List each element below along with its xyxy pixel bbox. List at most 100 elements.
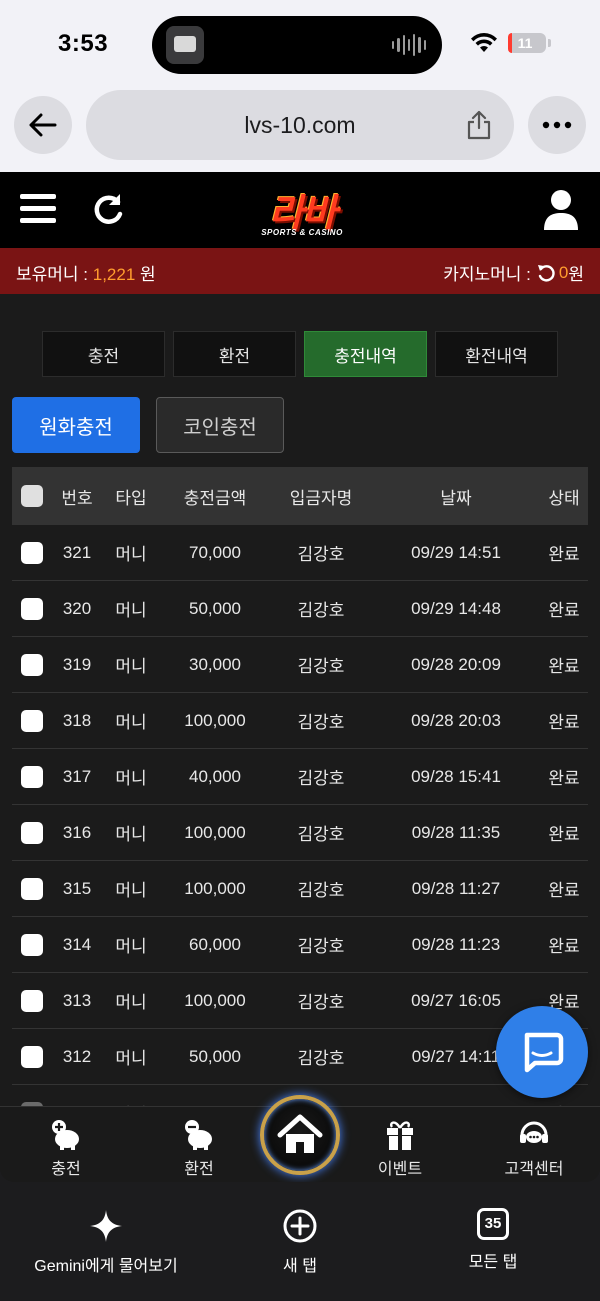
sparkle-icon xyxy=(90,1210,122,1242)
home-button[interactable] xyxy=(260,1095,340,1175)
row-checkbox[interactable] xyxy=(21,933,43,956)
cell-date: 09/28 11:27 xyxy=(411,878,501,898)
nav-events-label: 이벤트 xyxy=(377,1161,423,1178)
balance-value: 1,221 xyxy=(92,265,136,284)
row-select-cell xyxy=(12,597,52,620)
all-tabs-button[interactable]: 35 모든 탭 xyxy=(443,1208,543,1272)
table-row[interactable]: 317 머니 40,000 김강호 09/28 15:41 완료 xyxy=(12,749,588,805)
row-checkbox[interactable] xyxy=(21,653,43,676)
nav-withdraw-label: 환전 xyxy=(184,1161,214,1178)
url-field[interactable]: lvs-10.com xyxy=(86,90,514,160)
tab-deposit[interactable]: 충전 xyxy=(42,331,165,377)
dynamic-island[interactable] xyxy=(152,16,442,74)
casino-unit: 원 xyxy=(568,265,584,284)
row-select-cell xyxy=(12,1045,52,1068)
row-checkbox[interactable] xyxy=(21,709,43,732)
cell-amount: 30,000 xyxy=(189,654,241,674)
balance-label: 보유머니 : xyxy=(16,265,93,284)
cell-no: 312 xyxy=(62,1046,92,1066)
table-row[interactable]: 316 머니 100,000 김강호 09/28 11:35 완료 xyxy=(12,805,588,861)
tab-deposit-history[interactable]: 충전내역 xyxy=(304,331,427,377)
nav-events[interactable]: 이벤트 xyxy=(340,1117,460,1179)
logo-subtitle: SPORTS & CASINO xyxy=(261,228,343,237)
row-checkbox[interactable] xyxy=(21,821,43,844)
live-chat-button[interactable] xyxy=(496,1006,588,1098)
table-row[interactable]: 315 머니 100,000 김강호 09/28 11:27 완료 xyxy=(12,861,588,917)
refresh-icon[interactable] xyxy=(90,192,126,228)
battery-nub xyxy=(548,39,551,47)
header-amount: 충전금액 xyxy=(183,488,247,508)
table-row[interactable]: 319 머니 30,000 김강호 09/28 20:09 완료 xyxy=(12,637,588,693)
browser-address-bar: lvs-10.com xyxy=(0,88,600,172)
row-checkbox[interactable] xyxy=(21,765,43,788)
deposit-history-content: 충전 환전 충전내역 환전내역 원화충전 코인충전 번호 타입 충전금액 입금자… xyxy=(0,294,600,1106)
balance-unit: 원 xyxy=(135,265,156,284)
piggy-minus-icon xyxy=(185,1120,212,1150)
cell-status: 완료 xyxy=(548,825,580,844)
table-row[interactable]: 320 머니 50,000 김강호 09/29 14:48 완료 xyxy=(12,581,588,637)
status-bar: 3:53 11 xyxy=(0,0,600,88)
nav-withdraw[interactable]: 환전 xyxy=(139,1117,259,1179)
share-icon[interactable] xyxy=(466,110,492,140)
cell-status: 완료 xyxy=(548,601,580,620)
cell-status: 완료 xyxy=(548,769,580,788)
support-headset-icon xyxy=(520,1121,548,1143)
cell-date: 09/28 20:03 xyxy=(411,710,501,730)
battery-percent: 11 xyxy=(517,35,533,51)
cell-name: 김강호 xyxy=(297,993,345,1012)
krw-deposit-button[interactable]: 원화충전 xyxy=(12,397,140,453)
select-all-checkbox[interactable] xyxy=(21,485,43,507)
site-bottom-nav: 충전 환전 이벤트 고객센터 xyxy=(0,1095,600,1182)
cell-amount: 40,000 xyxy=(189,766,241,786)
cell-name: 김강호 xyxy=(297,601,345,620)
main-tabs: 충전 환전 충전내역 환전내역 xyxy=(42,331,558,377)
select-all-cell xyxy=(12,485,52,507)
cell-date: 09/27 16:05 xyxy=(411,990,501,1010)
cell-status: 완료 xyxy=(548,713,580,732)
row-checkbox[interactable] xyxy=(21,1045,43,1068)
row-select-cell xyxy=(12,765,52,788)
new-tab-button[interactable]: 새 탭 xyxy=(250,1208,350,1276)
cell-type: 머니 xyxy=(115,601,147,620)
site-logo[interactable]: 라바 SPORTS & CASINO xyxy=(246,184,358,242)
reload-casino-icon[interactable] xyxy=(537,264,555,282)
row-select-cell xyxy=(12,933,52,956)
row-checkbox[interactable] xyxy=(21,989,43,1012)
table-row[interactable]: 318 머니 100,000 김강호 09/28 20:03 완료 xyxy=(12,693,588,749)
back-button[interactable] xyxy=(14,96,72,154)
tab-withdraw[interactable]: 환전 xyxy=(173,331,296,377)
cell-name: 김강호 xyxy=(297,881,345,900)
nav-deposit[interactable]: 충전 xyxy=(6,1117,126,1179)
gemini-button[interactable]: Gemini에게 물어보기 xyxy=(26,1208,186,1276)
nav-support[interactable]: 고객센터 xyxy=(474,1117,594,1179)
tab-withdraw-history[interactable]: 환전내역 xyxy=(435,331,558,377)
sub-tabs: 원화충전 코인충전 xyxy=(12,397,284,453)
table-row[interactable]: 313 머니 100,000 김강호 09/27 16:05 완료 xyxy=(12,973,588,1029)
row-checkbox[interactable] xyxy=(21,597,43,620)
cell-name: 김강호 xyxy=(297,657,345,676)
cell-type: 머니 xyxy=(115,713,147,732)
header-no: 번호 xyxy=(61,488,93,508)
table-row[interactable]: 314 머니 60,000 김강호 09/28 11:23 완료 xyxy=(12,917,588,973)
header-status: 상태 xyxy=(548,488,580,508)
cell-name: 김강호 xyxy=(297,825,345,844)
user-icon[interactable] xyxy=(542,188,580,232)
row-checkbox[interactable] xyxy=(21,541,43,564)
new-tab-label: 새 탭 xyxy=(283,1258,317,1275)
table-row[interactable]: 321 머니 70,000 김강호 09/29 14:51 완료 xyxy=(12,525,588,581)
row-select-cell xyxy=(12,541,52,564)
cell-amount: 100,000 xyxy=(184,990,246,1010)
cell-date: 09/28 20:09 xyxy=(411,654,501,674)
cell-name: 김강호 xyxy=(297,769,345,788)
row-select-cell xyxy=(12,709,52,732)
cell-amount: 100,000 xyxy=(184,710,246,730)
balance-bar: 보유머니 : 1,221 원 카지노머니 : 0 원 xyxy=(0,248,600,294)
more-options-button[interactable] xyxy=(528,96,586,154)
cell-status: 완료 xyxy=(548,881,580,900)
row-checkbox[interactable] xyxy=(21,877,43,900)
menu-icon[interactable] xyxy=(20,194,56,226)
site-header: 라바 SPORTS & CASINO xyxy=(0,172,600,248)
coin-deposit-button[interactable]: 코인충전 xyxy=(156,397,284,453)
cell-name: 김강호 xyxy=(297,545,345,564)
piggy-plus-icon xyxy=(52,1120,79,1150)
